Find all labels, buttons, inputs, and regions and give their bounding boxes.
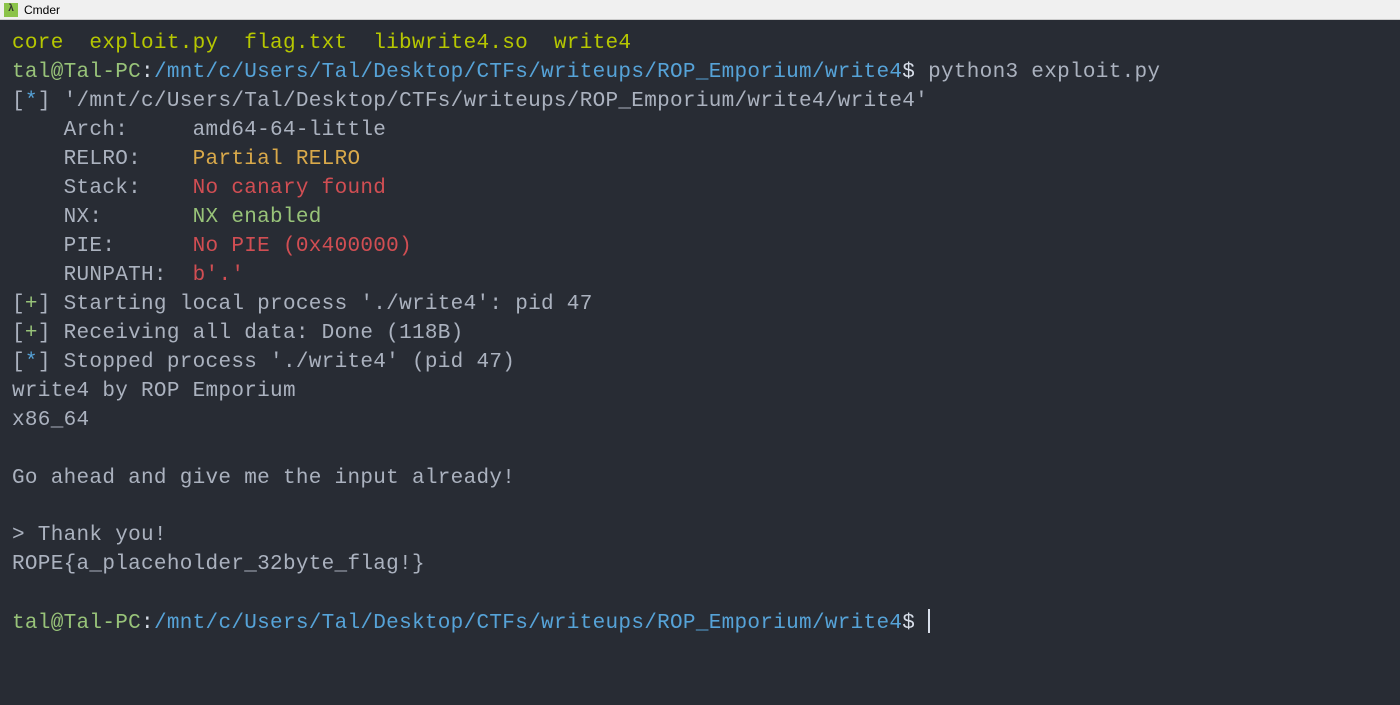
prompt-path: /mnt/c/Users/Tal/Desktop/CTFs/writeups/R… [154, 61, 902, 84]
pie-label: PIE: [12, 235, 193, 258]
info-line: [*] [12, 90, 51, 113]
prompt-userhost: tal@Tal-PC [12, 612, 141, 635]
prompt-sep: : [141, 61, 154, 84]
nx-value: NX enabled [193, 206, 322, 229]
stack-label: Stack: [12, 177, 193, 200]
plus-line: [+] [12, 322, 51, 345]
arch-value: amd64-64-little [193, 119, 387, 142]
prog-arch: x86_64 [12, 409, 89, 432]
cursor [928, 609, 930, 633]
prompt-userhost: tal@Tal-PC [12, 61, 141, 84]
cmder-icon: λ [4, 3, 18, 17]
prompt-sep: : [141, 612, 154, 635]
runpath-label: RUNPATH: [12, 264, 193, 287]
relro-value: Partial RELRO [193, 148, 361, 171]
prompt-path: /mnt/c/Users/Tal/Desktop/CTFs/writeups/R… [154, 612, 902, 635]
start-process: Starting local process './write4': pid 4… [51, 293, 593, 316]
plus-line: [+] [12, 293, 51, 316]
recv-data: Receiving all data: Done (118B) [51, 322, 464, 345]
binary-path: '/mnt/c/Users/Tal/Desktop/CTFs/writeups/… [51, 90, 928, 113]
prog-banner: write4 by ROP Emporium [12, 380, 296, 403]
prompt-dollar: $ [902, 612, 915, 635]
command-text: python3 exploit.py [915, 61, 1160, 84]
pie-value: No PIE (0x400000) [193, 235, 412, 258]
window-title: Cmder [24, 3, 60, 17]
terminal-output[interactable]: core exploit.py flag.txt libwrite4.so wr… [0, 20, 1400, 649]
prog-prompt: Go ahead and give me the input already! [12, 467, 515, 490]
prog-thanks: > Thank you! [12, 524, 167, 547]
arch-label: Arch: [12, 119, 193, 142]
prompt-dollar: $ [902, 61, 915, 84]
titlebar[interactable]: λ Cmder [0, 0, 1400, 20]
relro-label: RELRO: [12, 148, 193, 171]
stopped-process: Stopped process './write4' (pid 47) [51, 351, 515, 374]
flag-output: ROPE{a_placeholder_32byte_flag!} [12, 553, 425, 576]
nx-label: NX: [12, 206, 193, 229]
runpath-value: b'.' [193, 264, 245, 287]
stack-value: No canary found [193, 177, 387, 200]
ls-output: core exploit.py flag.txt libwrite4.so wr… [12, 32, 631, 55]
info-line: [*] [12, 351, 51, 374]
